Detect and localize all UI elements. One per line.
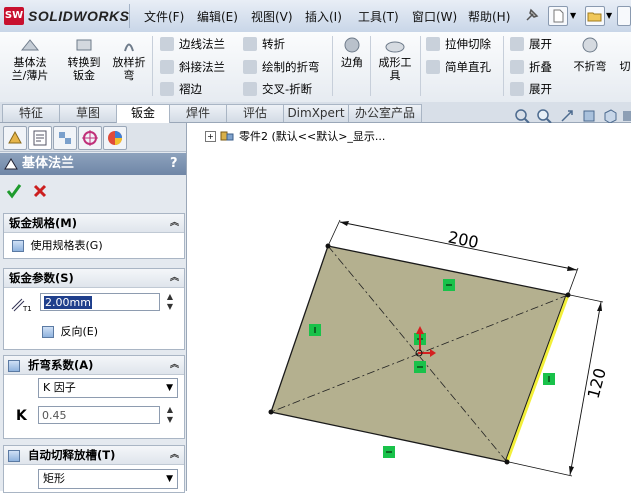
sketch-point <box>268 409 274 415</box>
dimension-width-value: 200 <box>446 227 480 252</box>
midpoint-relation-icon[interactable] <box>414 361 426 373</box>
dimension-height-value: 120 <box>584 366 610 400</box>
sketch-canvas[interactable]: 200 120 <box>0 0 631 491</box>
horizontal-relation-icon[interactable] <box>383 446 395 458</box>
vertical-relation-icon[interactable] <box>309 324 321 336</box>
horizontal-relation-icon[interactable] <box>443 279 455 291</box>
vertical-relation-icon[interactable] <box>543 373 555 385</box>
sketch-point <box>504 459 510 465</box>
